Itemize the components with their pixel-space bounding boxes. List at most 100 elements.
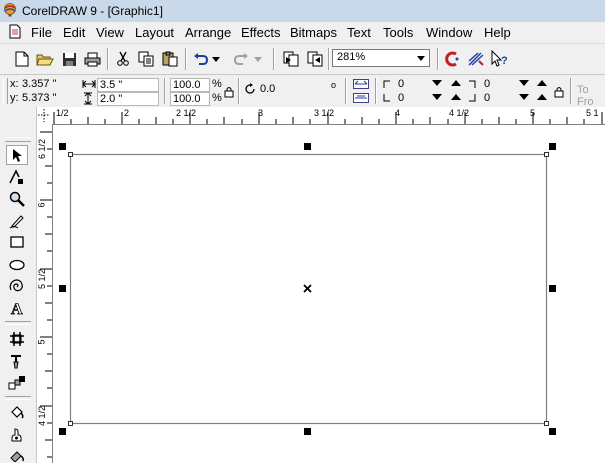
redo-icon[interactable] [231, 49, 251, 69]
center-of-rotation-marker[interactable] [303, 284, 312, 293]
interactive-blend-tool-icon[interactable] [6, 329, 28, 349]
menu-text[interactable]: Text [347, 25, 371, 40]
whats-this-help-icon[interactable]: ? [489, 49, 509, 69]
application-launcher-icon[interactable] [466, 49, 486, 69]
corel-tutor-icon[interactable] [443, 49, 463, 69]
eyedropper-tool-icon[interactable] [6, 351, 28, 371]
menu-help[interactable]: Help [484, 25, 511, 40]
horizontal-ruler[interactable]: 1/2 2 2 1/2 3 3 1/2 4 4 1/2 5 5 1 [52, 107, 605, 125]
menu-tools[interactable]: Tools [383, 25, 413, 40]
menu-layout[interactable]: Layout [135, 25, 174, 40]
selection-handle-top-left[interactable] [59, 143, 66, 150]
selected-rectangle[interactable] [53, 125, 605, 463]
corner-roundness-1[interactable]: 0 [398, 78, 404, 90]
degree-symbol: o [331, 80, 337, 90]
toolbox: A [0, 107, 37, 463]
corner-roundness-3[interactable]: 0 [398, 92, 404, 104]
ruler-label: 5 1/2 [37, 268, 48, 290]
coreldraw-balloon-icon [4, 3, 16, 17]
new-document-icon[interactable] [12, 49, 32, 69]
pick-tool-icon[interactable] [6, 145, 28, 165]
spin-up-icon[interactable] [537, 80, 547, 86]
vertical-ruler[interactable]: 6 1/2 6 5 1/2 5 4 1/2 [36, 124, 53, 463]
text-tool-icon[interactable]: A [6, 298, 28, 318]
spin-down-icon[interactable] [519, 80, 529, 86]
redo-dropdown-icon[interactable] [252, 49, 264, 69]
freehand-tool-icon[interactable] [6, 211, 28, 231]
scale-x-field[interactable]: 100.0 [170, 78, 210, 92]
ruler-label: 5 [530, 108, 536, 118]
fill-tool-icon[interactable] [6, 425, 28, 445]
object-width-field[interactable]: 3.5 " [97, 78, 159, 92]
property-bar: x: 3.357 " y: 5.373 " 3.5 " 2.0 " 100.0 … [0, 75, 605, 108]
import-icon[interactable] [281, 49, 301, 69]
ellipse-tool-icon[interactable] [6, 255, 28, 275]
mirror-vertical-icon[interactable] [352, 92, 370, 104]
undo-icon[interactable] [191, 49, 211, 69]
toolbar-separator [164, 78, 166, 104]
polygon-spiral-tool-icon[interactable] [6, 277, 28, 297]
ruler-label: 3 [258, 108, 264, 118]
menu-effects[interactable]: Effects [241, 25, 281, 40]
spin-down-icon[interactable] [432, 80, 442, 86]
toolbox-grip[interactable] [5, 137, 31, 142]
outline-tool-icon[interactable] [6, 402, 28, 422]
selection-handle-top-center[interactable] [304, 143, 311, 150]
y-position-field[interactable]: 5.373 " [20, 92, 76, 106]
x-position-field[interactable]: 3.357 " [20, 78, 76, 92]
open-folder-icon[interactable] [35, 49, 55, 69]
rotation-angle-field[interactable]: 0.0 [258, 83, 326, 97]
y-position-label: y: [10, 92, 19, 104]
undo-dropdown-icon[interactable] [210, 49, 222, 69]
rectangle-tool-icon[interactable] [6, 232, 28, 252]
save-icon[interactable] [59, 49, 79, 69]
corner-bottom-left-icon [383, 94, 390, 102]
copy-icon[interactable] [136, 49, 156, 69]
menu-view[interactable]: View [96, 25, 124, 40]
selection-handle-bottom-center[interactable] [304, 428, 311, 435]
spin-down-icon[interactable] [432, 94, 442, 100]
spin-down-icon[interactable] [519, 94, 529, 100]
mirror-horizontal-icon[interactable] [352, 78, 370, 90]
document-icon[interactable] [9, 24, 21, 39]
selection-handle-middle-left[interactable] [59, 285, 66, 292]
selection-handle-top-right[interactable] [549, 143, 556, 150]
ruler-origin-corner[interactable] [36, 107, 53, 125]
ruler-label: 5 [36, 339, 47, 345]
ruler-label: 4 1/2 [37, 405, 48, 427]
selection-handle-bottom-right[interactable] [549, 428, 556, 435]
ruler-label: 1/2 [56, 108, 69, 118]
export-icon[interactable] [305, 49, 325, 69]
corner-roundness-2[interactable]: 0 [484, 78, 490, 90]
spin-up-icon[interactable] [537, 94, 547, 100]
object-height-field[interactable]: 2.0 " [97, 92, 159, 106]
proportional-lock-icon[interactable] [224, 86, 234, 98]
spin-up-icon[interactable] [451, 80, 461, 86]
paste-icon[interactable] [160, 49, 180, 69]
zoom-tool-icon[interactable] [6, 189, 28, 209]
shape-tool-icon[interactable] [6, 167, 28, 187]
ruler-label: 6 [36, 202, 47, 208]
spin-up-icon[interactable] [451, 94, 461, 100]
corner-roundness-4[interactable]: 0 [484, 92, 490, 104]
scale-y-field[interactable]: 100.0 [170, 92, 210, 106]
selection-handle-bottom-left[interactable] [59, 428, 66, 435]
width-arrow-icon [82, 80, 96, 88]
zoom-level-select[interactable]: 281% [332, 49, 430, 67]
drawing-canvas[interactable] [53, 125, 605, 463]
interactive-transparency-tool-icon[interactable] [6, 373, 28, 393]
cut-icon[interactable] [113, 49, 133, 69]
selection-handle-middle-right[interactable] [549, 285, 556, 292]
menu-window[interactable]: Window [426, 25, 472, 40]
menu-edit[interactable]: Edit [63, 25, 85, 40]
chevron-down-icon[interactable] [413, 50, 429, 66]
menu-arrange[interactable]: Arrange [185, 25, 231, 40]
toolbar-separator [107, 48, 109, 70]
menu-file[interactable]: File [31, 25, 52, 40]
grip-handle[interactable] [3, 78, 8, 104]
corner-lock-icon[interactable] [554, 86, 564, 98]
to-front-button[interactable]: To Fro [577, 84, 605, 108]
print-icon[interactable] [82, 49, 102, 69]
menu-bitmaps[interactable]: Bitmaps [290, 25, 337, 40]
interactive-fill-tool-icon[interactable] [6, 445, 28, 465]
